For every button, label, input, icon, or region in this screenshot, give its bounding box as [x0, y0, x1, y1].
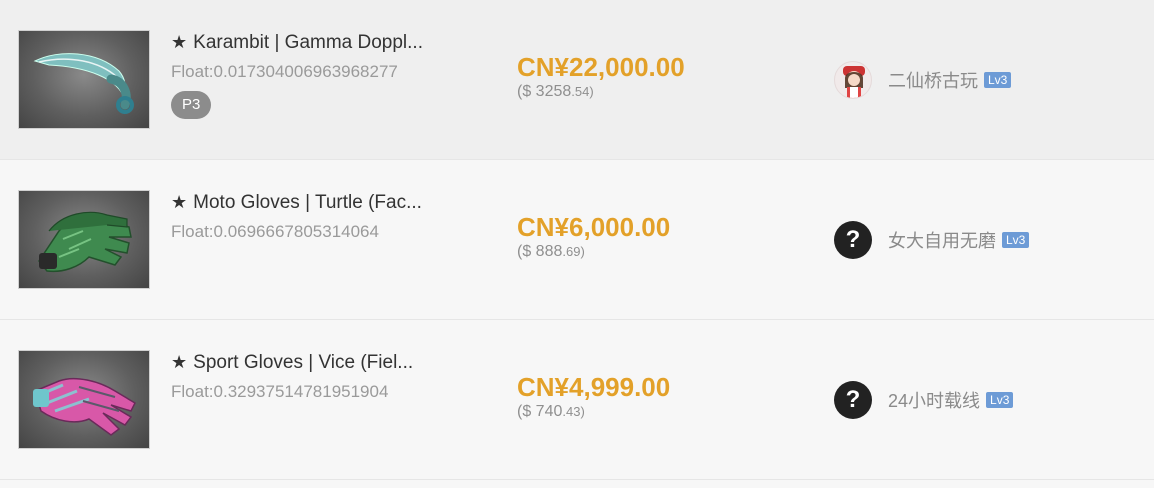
seller[interactable]: ? 24小时载线 Lv3: [834, 380, 1014, 420]
seller-name[interactable]: 女大自用无磨: [888, 227, 996, 253]
listing-row[interactable]: ★ Moto Gloves | Turtle (Fac... Float:0.06…: [0, 160, 1154, 320]
seller-name[interactable]: 24小时载线: [888, 387, 980, 413]
level-badge: Lv3: [1002, 232, 1030, 248]
star-icon: ★: [171, 192, 188, 212]
level-badge: Lv3: [984, 72, 1012, 88]
seller-name[interactable]: 二仙桥古玩: [888, 67, 978, 93]
price-cny: CN¥22,000.00: [517, 52, 685, 82]
float-value: Float:0.32937514781951904: [171, 382, 389, 401]
item-name[interactable]: ★ Karambit | Gamma Doppl...: [171, 28, 471, 56]
sport-gloves-icon[interactable]: [18, 350, 150, 449]
seller[interactable]: ? 女大自用无磨 Lv3: [834, 220, 1030, 260]
price-cny: CN¥6,000.00: [517, 212, 671, 242]
question-mark-icon[interactable]: ?: [834, 221, 872, 259]
item-info: ★ Moto Gloves | Turtle (Fac... Float:0.06…: [171, 188, 471, 243]
price-usd: ($ 740.43): [517, 403, 585, 420]
seller[interactable]: 二仙桥古玩 Lv3: [834, 60, 1012, 100]
avatar[interactable]: [834, 61, 872, 99]
item-name[interactable]: ★ Sport Gloves | Vice (Fiel...: [171, 348, 471, 376]
star-icon: ★: [171, 32, 188, 52]
moto-gloves-icon[interactable]: [18, 190, 150, 289]
listing-list: ★ Karambit | Gamma Doppl... Float:0.01730…: [0, 0, 1154, 488]
item-info: ★ Sport Gloves | Vice (Fiel... Float:0.32…: [171, 348, 471, 403]
price-cny: CN¥4,999.00: [517, 372, 671, 402]
karambit-knife-icon[interactable]: [18, 30, 150, 129]
listing-row[interactable]: ★ Sport Gloves | Vice (Fiel... Float:0.32…: [0, 320, 1154, 480]
item-info: ★ Karambit | Gamma Doppl... Float:0.01730…: [171, 28, 471, 119]
float-value: Float:0.017304006963968277: [171, 62, 398, 81]
phase-badge: P3: [171, 91, 212, 119]
question-mark-icon[interactable]: ?: [834, 381, 872, 419]
listing-row[interactable]: ★ Karambit | Gamma Doppl... Float:0.01730…: [0, 0, 1154, 160]
price: CN¥4,999.00 ($ 740.43): [517, 372, 670, 422]
price: CN¥6,000.00 ($ 888.69): [517, 212, 670, 262]
price-usd: ($ 3258.54): [517, 83, 594, 100]
float-value: Float:0.0696667805314064: [171, 222, 379, 241]
item-name[interactable]: ★ Moto Gloves | Turtle (Fac...: [171, 188, 471, 216]
star-icon: ★: [171, 352, 188, 372]
level-badge: Lv3: [986, 392, 1014, 408]
price-usd: ($ 888.69): [517, 243, 585, 260]
price: CN¥22,000.00 ($ 3258.54): [517, 52, 685, 102]
